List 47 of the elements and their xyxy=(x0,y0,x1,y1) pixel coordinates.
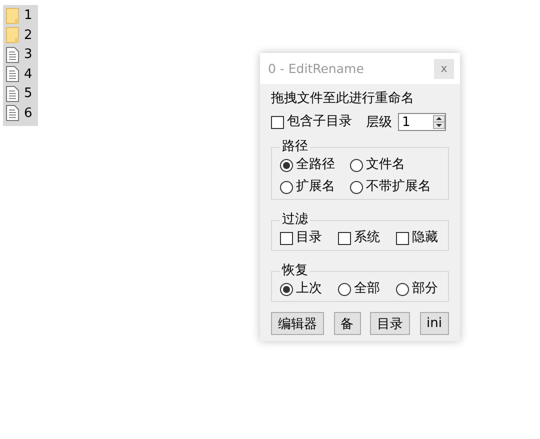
close-button[interactable]: x xyxy=(434,58,454,78)
radio-button[interactable] xyxy=(280,282,293,296)
action-button[interactable]: 目录 xyxy=(370,312,410,335)
file-name[interactable]: 5 xyxy=(24,86,32,102)
checkbox[interactable] xyxy=(396,232,409,244)
radio-button[interactable] xyxy=(350,158,363,172)
group-title: 恢复 xyxy=(280,263,309,279)
radio-label: 扩展名 xyxy=(296,178,335,196)
radio-label: 部分 xyxy=(412,280,438,298)
radio-button[interactable] xyxy=(280,158,293,172)
radio-label: 全部 xyxy=(354,280,380,298)
file-name[interactable]: 4 xyxy=(24,66,32,82)
checkbox-label: 隐藏 xyxy=(412,229,438,247)
spin-arrows-icon xyxy=(433,115,445,129)
action-button[interactable]: ini xyxy=(420,312,449,335)
document-icon xyxy=(6,105,19,122)
radio-button[interactable] xyxy=(338,282,351,296)
action-button[interactable]: 编辑器 xyxy=(271,312,324,335)
level-label: 层级 xyxy=(366,114,392,131)
file-name[interactable]: 3 xyxy=(24,47,32,62)
level-spinner[interactable]: 1 xyxy=(398,113,446,131)
checkbox[interactable] xyxy=(271,116,284,128)
instruction-text: 拖拽文件至此进行重命名 xyxy=(271,90,415,108)
window-title: 0 - EditRename xyxy=(268,61,364,76)
document-icon xyxy=(6,46,19,63)
radio-label: 文件名 xyxy=(366,156,405,174)
group-title: 路径 xyxy=(281,139,309,155)
radio-button[interactable] xyxy=(396,282,409,296)
checkbox-label: 目录 xyxy=(296,229,322,247)
radio-label: 上次 xyxy=(296,280,322,298)
action-button[interactable]: 备 xyxy=(334,312,360,335)
group-title: 过滤 xyxy=(281,212,309,228)
document-icon xyxy=(6,86,19,102)
file-name[interactable]: 2 xyxy=(24,28,32,43)
radio-button[interactable] xyxy=(280,180,293,194)
checkbox-label: 系统 xyxy=(354,229,380,247)
folder-icon xyxy=(6,8,19,24)
file-name[interactable]: 1 xyxy=(24,8,32,24)
folder-icon xyxy=(6,27,19,44)
document-icon xyxy=(6,66,19,82)
radio-label: 全路径 xyxy=(296,156,335,174)
checkbox-label: 包含子目录 xyxy=(287,113,352,131)
checkbox[interactable] xyxy=(338,232,351,244)
radio-button[interactable] xyxy=(350,180,363,194)
radio-label: 不带扩展名 xyxy=(366,178,431,196)
file-name[interactable]: 6 xyxy=(24,106,32,121)
checkbox[interactable] xyxy=(280,232,293,244)
